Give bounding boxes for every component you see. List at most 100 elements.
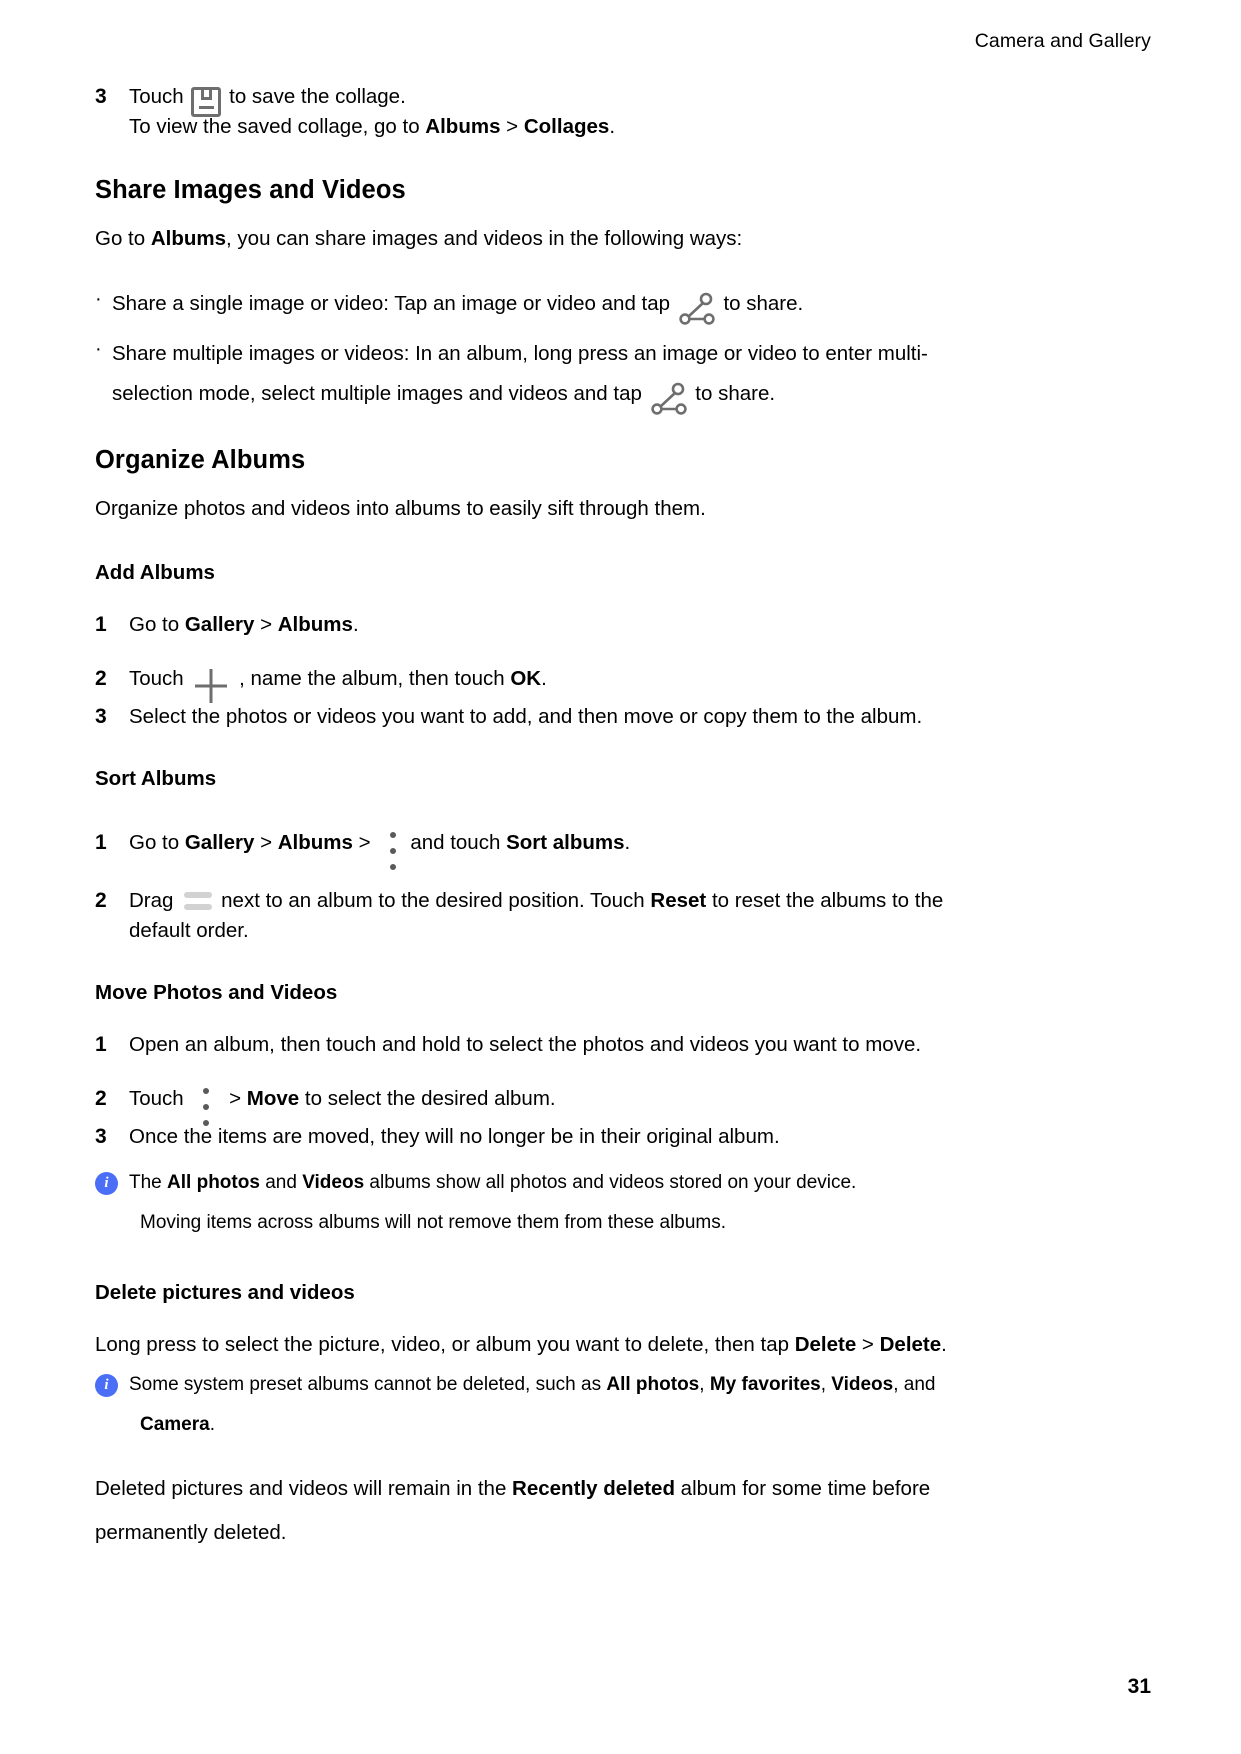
move2-before: Touch (129, 1087, 184, 1110)
delete-b2-bold: Delete (879, 1333, 942, 1356)
sort1-sep2: > (352, 831, 377, 854)
step-add-albums-2: 2 Touch , name the album, then touch OK. (95, 664, 1150, 704)
move2-end: to select the desired album. (299, 1087, 556, 1110)
add2-before: Touch (129, 667, 184, 690)
note-all-photos-videos: i The All photos and Videos albums show … (95, 1168, 1150, 1198)
sort2-reset-bold: Reset (650, 889, 707, 912)
note-icon-wrap: i (95, 1370, 129, 1397)
note-icon-wrap: i (95, 1168, 129, 1195)
closing-recentlydeleted-bold: Recently deleted (512, 1477, 675, 1500)
sort2-after: next to an album to the desired position… (221, 889, 651, 912)
save-icon (191, 86, 222, 117)
add2-end: . (541, 667, 547, 690)
bullet-text: Share a single image or video: Tap an im… (112, 284, 1150, 325)
add1-a: Go to (129, 613, 185, 636)
step-number: 1 (95, 613, 107, 636)
note2-myfavorites-bold: My favorites (709, 1374, 821, 1395)
step-number: 3 (95, 705, 107, 728)
step-sort-albums-2: 2 Drag next to an album to the desired p… (95, 886, 1150, 946)
step-text: Go to Gallery > Albums > and touch Sort … (129, 828, 1150, 870)
heading-organize-albums: Organize Albums (95, 446, 306, 474)
step-text-before: Touch (129, 85, 184, 108)
plus-icon (193, 667, 229, 705)
step-text: Drag next to an album to the desired pos… (129, 886, 1150, 946)
info-icon: i (95, 1374, 118, 1397)
move2-move-bold: Move (246, 1087, 300, 1110)
delete-closing-line2: permanently deleted. (95, 1521, 287, 1544)
collage-period: . (609, 115, 616, 138)
sort2-before: Drag (129, 889, 174, 912)
step-add-albums-1: 1 Go to Gallery > Albums. (95, 610, 1150, 640)
collage-view-a: To view the saved collage, go to (129, 115, 426, 138)
note2-camera-bold: Camera (140, 1414, 210, 1435)
note2-a: Some system preset albums cannot be dele… (129, 1374, 607, 1395)
sort1-gallery-bold: Gallery (184, 831, 255, 854)
step-text: Touch , name the album, then touch OK. (129, 664, 1150, 704)
more-options-icon (382, 830, 404, 874)
bullet-marker: · (95, 338, 102, 360)
delete-b1-bold: Delete (794, 1333, 857, 1356)
sort2-line2: default order. (129, 919, 249, 942)
closing-a-end: album for some time before (674, 1477, 931, 1500)
note2-videos-bold: Videos (831, 1374, 894, 1395)
organize-intro-paragraph: Organize photos and videos into albums t… (95, 497, 706, 520)
page-number: 31 (1127, 1675, 1151, 1698)
delete-end: . (941, 1333, 947, 1356)
page-header: Camera and Gallery (975, 30, 1151, 53)
bullet-share-single: · Share a single image or video: Tap an … (95, 284, 1150, 325)
step-text: Go to Gallery > Albums. (129, 610, 1150, 640)
share-intro-paragraph: Go to Albums, you can share images and v… (95, 224, 1150, 254)
step-sort-albums-1: 1 Go to Gallery > Albums > and touch Sor… (95, 828, 1150, 870)
step-number: 2 (95, 667, 107, 690)
more-options-icon (195, 1086, 217, 1130)
delete-sep: > (856, 1333, 880, 1356)
sort1-a: Go to (129, 831, 185, 854)
step-add-albums-3: 3 Select the photos or videos you want t… (95, 702, 1150, 732)
note2-line2-end: . (209, 1414, 215, 1435)
step-number: 3 (95, 85, 107, 108)
collage-sep: > (500, 115, 524, 138)
info-icon: i (95, 1172, 118, 1195)
sort1-after: and touch (410, 831, 507, 854)
step-save-collage: 3 Touch to save the collage. To view the… (95, 82, 1150, 142)
sort1-sortalbums-bold: Sort albums (506, 831, 625, 854)
delete-a: Long press to select the picture, video,… (95, 1333, 795, 1356)
share-intro-c: , you can share images and videos in the… (226, 227, 743, 250)
bullet2-line2-before: selection mode, select multiple images a… (112, 382, 642, 405)
note1-mid: and (259, 1172, 303, 1193)
note-text: Some system preset albums cannot be dele… (129, 1370, 1150, 1400)
collage-albums-bold: Albums (425, 115, 501, 138)
share-icon (677, 292, 717, 330)
delete-closing-paragraph: Deleted pictures and videos will remain … (95, 1474, 1150, 1504)
share-icon (649, 382, 689, 420)
bullet2-line2-after: to share. (695, 382, 776, 405)
add1-gallery-bold: Gallery (184, 613, 255, 636)
note-preset-albums: i Some system preset albums cannot be de… (95, 1370, 1150, 1400)
bullet2-line1: Share multiple images or videos: In an a… (112, 342, 928, 365)
step-number: 1 (95, 831, 107, 854)
delete-paragraph: Long press to select the picture, video,… (95, 1330, 1150, 1360)
bullet-marker: · (95, 288, 102, 310)
note1-c: albums show all photos and videos stored… (364, 1172, 857, 1193)
collage-collages-bold: Collages (523, 115, 610, 138)
bullet-share-multiple: · Share multiple images or videos: In an… (95, 334, 1150, 415)
note-preset-albums-line2: Camera. (140, 1410, 1150, 1440)
step-text-after: to save the collage. (229, 85, 406, 108)
document-page: Camera and Gallery 3 Touch to save the c… (0, 0, 1241, 1754)
note2-sep2: , (820, 1374, 832, 1395)
sort1-albums-bold: Albums (277, 831, 353, 854)
step-number: 1 (95, 1033, 107, 1056)
step-number: 2 (95, 889, 107, 912)
add1-albums-bold: Albums (277, 613, 353, 636)
chapter-title: Camera and Gallery (974, 30, 1151, 52)
bullet1-before: Share a single image or video: Tap an im… (112, 292, 671, 315)
note-text: The All photos and Videos albums show al… (129, 1168, 1150, 1198)
page-content: 3 Touch to save the collage. To view the… (95, 82, 1150, 1548)
note1-a: The (129, 1172, 168, 1193)
step-move-3: 3 Once the items are moved, they will no… (95, 1122, 1150, 1152)
note2-sep1: , (699, 1374, 710, 1395)
move2-after: > (223, 1087, 247, 1110)
step-text: Touch > Move to select the desired album… (129, 1084, 1150, 1126)
note2-allphotos-bold: All photos (606, 1374, 700, 1395)
share-intro-albums-bold: Albums (150, 227, 227, 250)
